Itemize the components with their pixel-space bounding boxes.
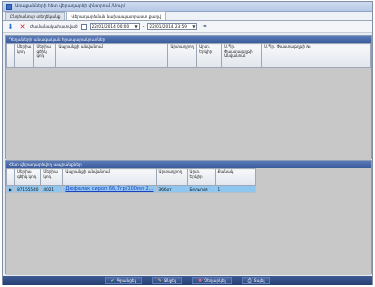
col-header[interactable]: Արտ. Երկիր [196,43,223,68]
row-indicator-header [6,43,15,68]
cell-code[interactable]: 4021 [40,185,64,193]
download-arrow-icon[interactable]: ⬇ [6,22,15,31]
printer-icon: ⎙ [247,277,252,284]
col-header[interactable]: Ս.Պր. Փաստաթղթի № [261,43,371,68]
cancel-button-label: Չեղարկել [204,278,226,283]
bottom-grid-panel: Հետ վերադարձվող ապրանքներ Սերիա գծիկ կոդ… [5,160,372,275]
app-window: Առաքանների հետ վերադարձի փնտրում /Սուր/ … [2,1,373,285]
row-indicator-header [5,168,16,186]
top-grid-panel: Դեղաների անագական հրապարակուտներ Սերիա կ… [5,35,372,160]
window-title: Առաքանների հետ վերադարձի փնտրում /Սուր/ [15,4,126,9]
col-header[interactable]: Սերիա կոդ [40,168,64,186]
col-header[interactable]: Արտ. Երկիր [186,168,216,186]
date-from-value: 22/01/2014 00:00 [91,24,130,29]
delete-x-icon[interactable]: ✕ [18,22,27,31]
col-header[interactable]: Քանակ [214,168,256,186]
bottom-grid-title: Հետ վերադարձվող ապրանքներ [6,161,371,168]
period-checkbox[interactable] [80,23,87,30]
print-button[interactable]: ⎙ Տպել [241,277,271,284]
footer-bar: ✔ Գրանցել ✎ Ջնջել ✖ Չեղարկել ⎙ Տպել [3,276,372,285]
cell-quantity[interactable]: 1 [214,185,256,193]
col-header[interactable]: Ս.Պր. Փաստաթղթի Անվանում [221,43,263,68]
eraser-icon: ✎ [157,277,162,284]
col-header[interactable]: Սերիա կոդ [13,43,35,68]
cell-country[interactable]: Бельгия [186,185,216,193]
cell-barcode[interactable]: 87155540 [14,185,42,193]
chevron-down-icon[interactable]: ▼ [135,24,138,29]
delete-button-label: Ջնջել [163,278,176,283]
cell-manufacturer[interactable]: Эббот [155,185,188,193]
register-button-label: Գրանցել [116,278,136,283]
table-row[interactable]: ▶ 87155540 4021 Дюфалак сироп 66,7гр/100… [5,185,256,193]
bottom-grid-empty-area [6,193,371,275]
cancel-button[interactable]: ✖ Չեղարկել [191,277,232,284]
date-from-picker[interactable]: 22/01/2014 00:00 ▼ [89,23,140,30]
toolbar: ⬇ ✕ Ժամանակահատված 22/01/2014 00:00 ▼ - … [3,21,372,33]
app-icon [6,3,12,10]
col-header[interactable]: Ապրանքի անվանում [62,168,157,186]
col-header[interactable]: Ապրանքի անվանում [55,43,169,68]
delete-button[interactable]: ✎ Ջնջել [151,277,182,284]
row-indicator: ▶ [5,185,16,193]
col-header[interactable]: Արտադրող [167,43,198,68]
top-grid-table: Սերիա կոդ Սերիա գծիկ կոդ Ապրանքի անվանու… [6,43,371,68]
date-separator: - [142,23,145,30]
col-header[interactable]: Սերիա գծիկ կոդ [14,168,42,186]
col-header[interactable]: Սերիա գծիկ կոդ [33,43,57,68]
bottom-grid-table: Սերիա գծիկ կոդ Սերիա կոդ Ապրանքի անվանու… [5,168,256,193]
date-to-picker[interactable]: 22/01/2014 23:59 ▼ [147,23,198,30]
period-label: Ժամանակահատված [30,24,78,29]
register-button[interactable]: ✔ Գրանցել [104,277,142,284]
chevron-down-icon[interactable]: ▼ [192,24,195,29]
close-icon: ✖ [197,277,203,284]
top-grid-empty-area [6,68,371,160]
binoculars-search-icon[interactable]: ⚭ [200,22,209,31]
date-to-value: 22/01/2014 23:59 [149,24,187,29]
top-grid-title: Դեղաների անագական հրապարակուտներ [6,36,371,43]
checkmark-icon: ✔ [110,277,115,284]
tab-strip: Ընդհանուր տեղեկանք Վերադարձման նախապատրա… [3,11,372,21]
cell-product-name[interactable]: Дюфалак сироп 66,7гр/100мл 2... [62,185,157,193]
tab-general[interactable]: Ընդհանուր տեղեկանք [5,12,66,20]
print-button-label: Տպել [253,278,265,283]
col-header[interactable]: Արտադրող [155,168,188,186]
title-bar: Առաքանների հետ վերադարձի փնտրում /Սուր/ [3,2,372,12]
tab-return-preparation[interactable]: Վերադարձման նախապատրաստ քաղվ [66,11,166,20]
